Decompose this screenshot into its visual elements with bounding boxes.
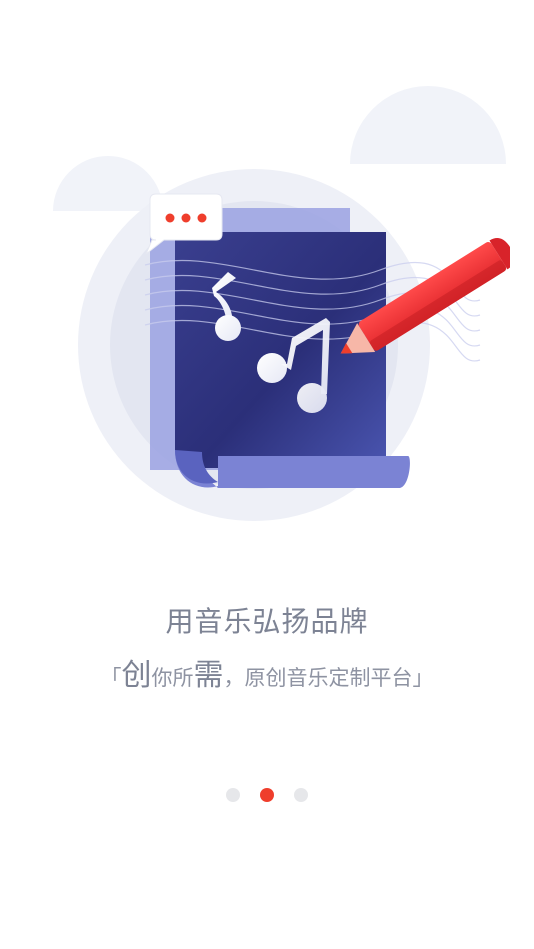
page-dot-1[interactable] <box>226 788 240 802</box>
subline: 「创你所需，原创音乐定制平台」 <box>0 650 534 694</box>
subline-text-rest: ，原创音乐定制平台 <box>223 666 413 690</box>
cloud-decoration-top <box>118 0 200 32</box>
music-sheet-with-pencil-icon <box>78 169 510 521</box>
page-dot-3[interactable] <box>294 788 308 802</box>
onboarding-screen: 用音乐弘扬品牌 「创你所需，原创音乐定制平台」 <box>0 0 534 949</box>
subline-char-chuang: 创 <box>121 658 152 693</box>
headline: 用音乐弘扬品牌 <box>165 605 369 638</box>
subline-char-xu: 需 <box>193 658 224 693</box>
page-indicator <box>0 788 534 802</box>
subline-text-ni-suo: 你所 <box>151 666 194 690</box>
subline-open-bracket: 「 <box>100 666 122 690</box>
page-dot-2-active[interactable] <box>260 788 274 802</box>
subline-close-bracket: 」 <box>412 666 434 690</box>
